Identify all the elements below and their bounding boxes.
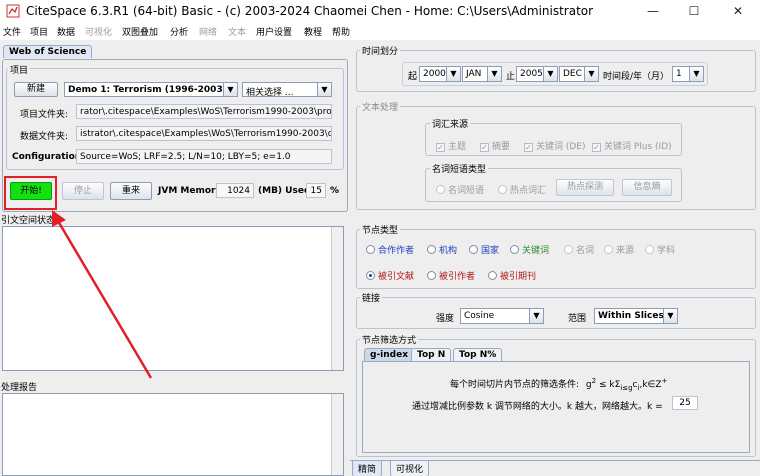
annotation-arrow [52,210,153,379]
arrow-shaft [56,220,153,379]
